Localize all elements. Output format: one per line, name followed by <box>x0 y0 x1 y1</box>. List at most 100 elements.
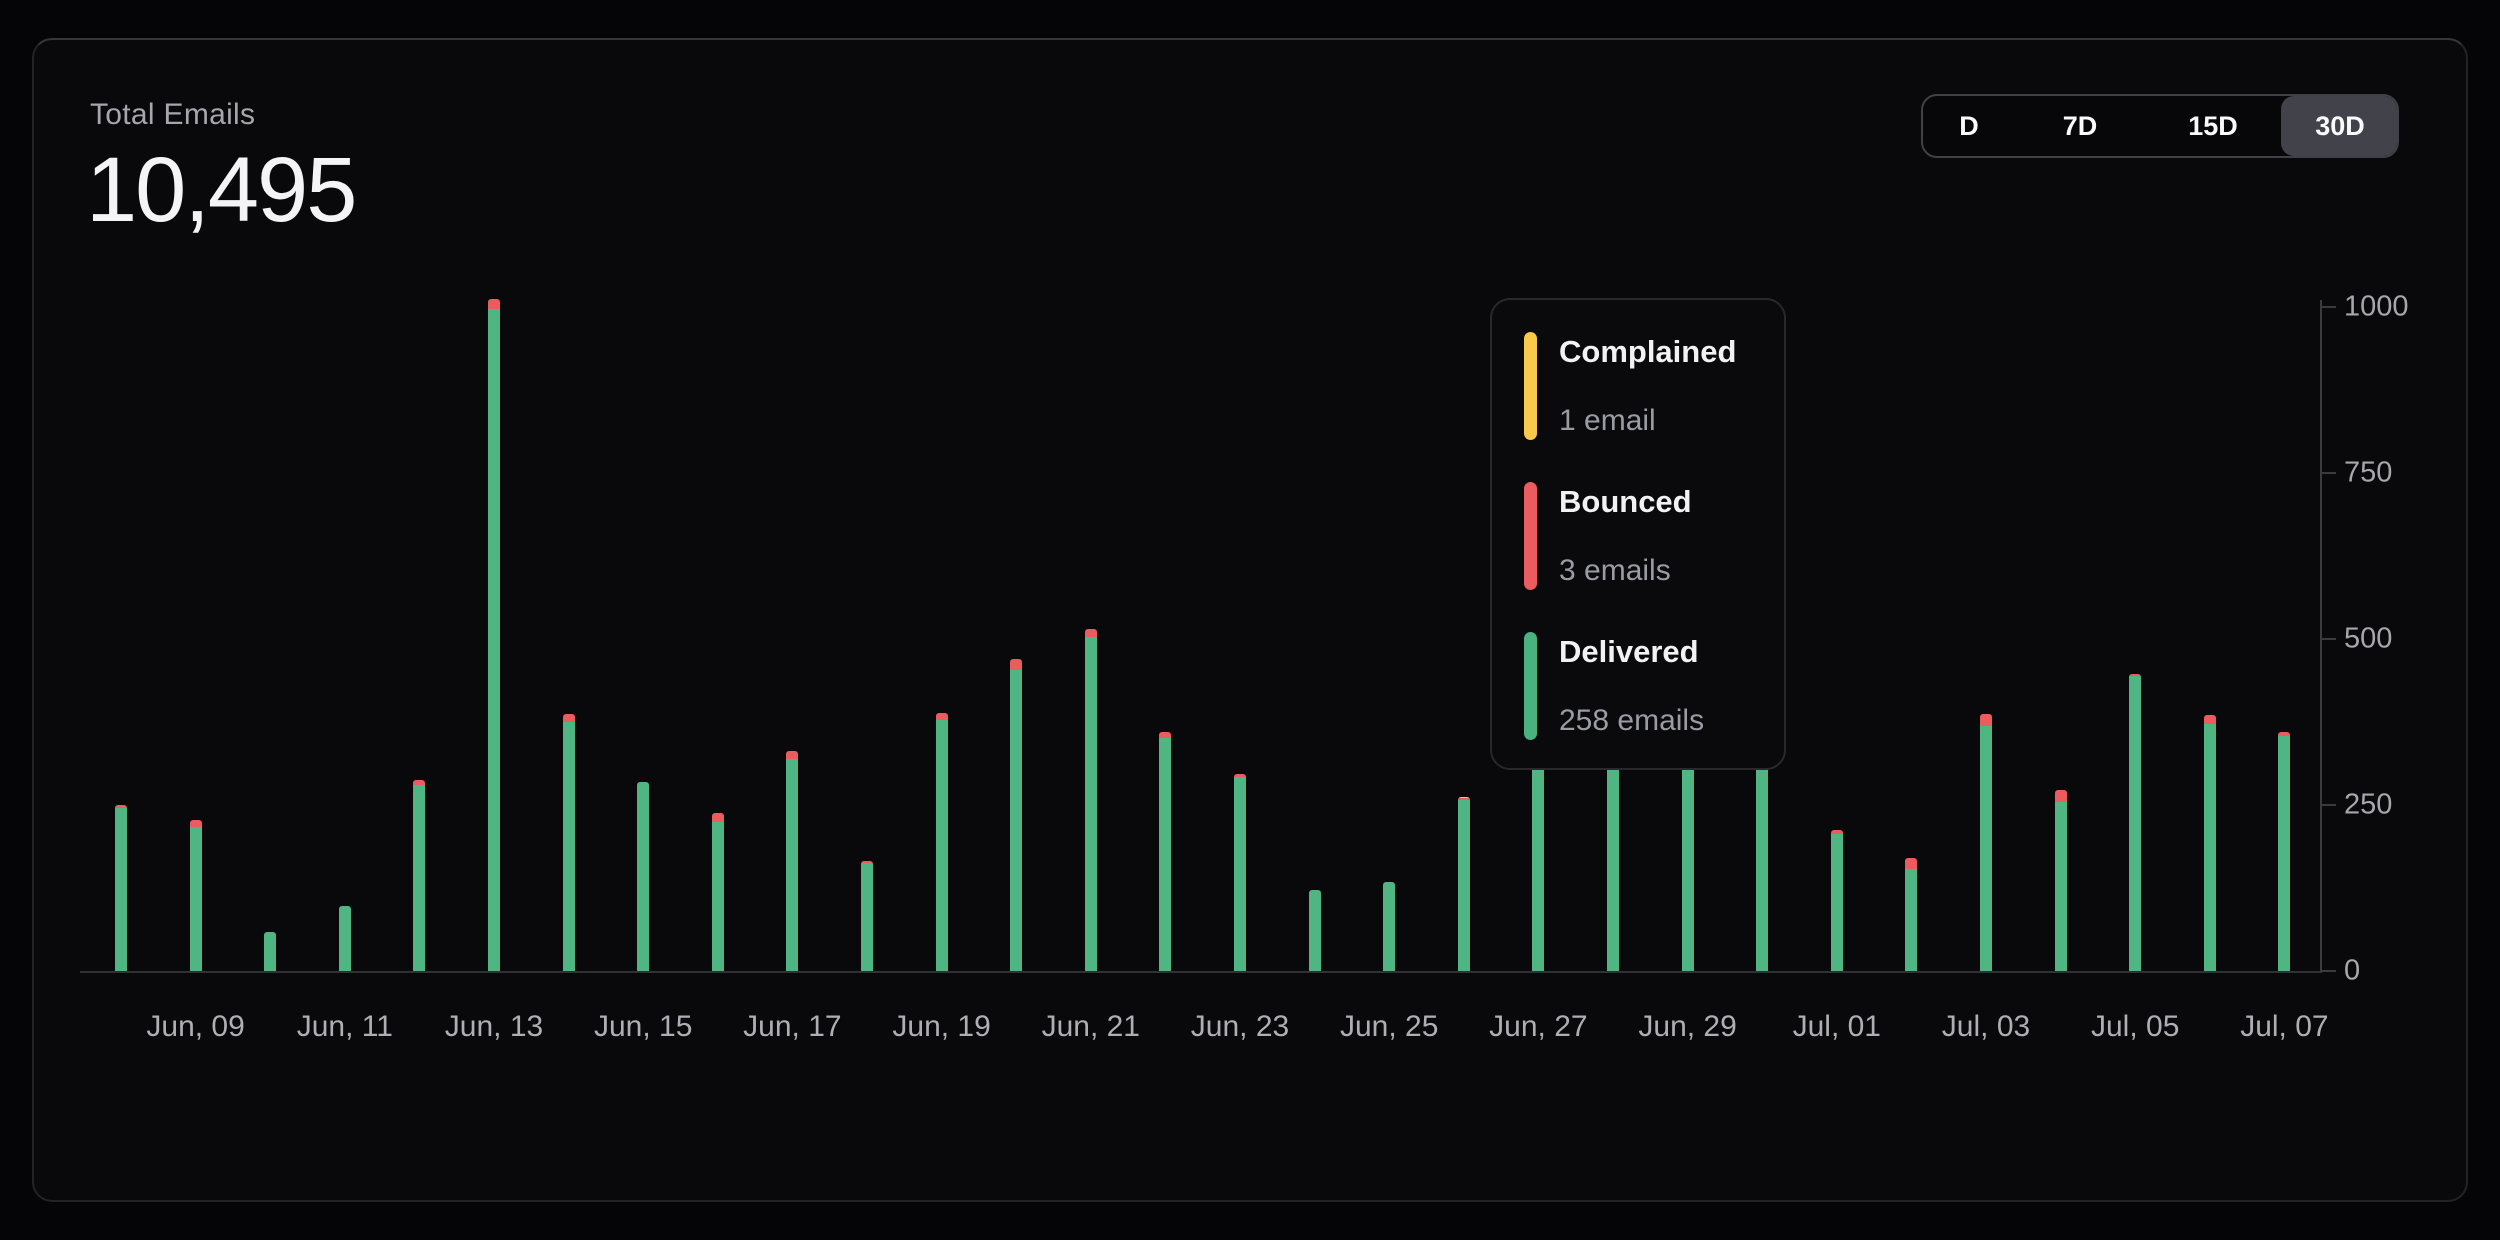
delivered-segment <box>563 722 575 971</box>
y-axis-tick-label: 1000 <box>2344 291 2409 324</box>
delivered-segment <box>1085 637 1097 971</box>
delivered-segment <box>712 822 724 971</box>
bounced-segment <box>563 714 575 722</box>
bar-jun-13[interactable] <box>488 299 500 971</box>
emails-bar-chart: 0 250 500 750 1000 Jun, 09 Jun, 11 Jun, 13 Jun, … <box>34 40 2470 1204</box>
x-axis-label: Jun, 15 <box>594 1010 692 1044</box>
tooltip-series-value: 258 emails <box>1559 704 1704 739</box>
bar-jul-02[interactable] <box>1905 858 1917 971</box>
delivered-segment <box>2204 724 2216 971</box>
complained-color-mark <box>1524 332 1537 440</box>
bounced-segment <box>1010 659 1022 670</box>
y-axis-tick <box>2320 638 2336 640</box>
bar-jun-12[interactable] <box>413 780 425 971</box>
x-axis-label: Jun, 25 <box>1340 1010 1438 1044</box>
bar-jun-20[interactable] <box>1010 659 1022 971</box>
bar-jun-16[interactable] <box>712 813 724 971</box>
bar-jul-03[interactable] <box>1980 714 1992 971</box>
bar-jun-30[interactable] <box>1756 766 1768 971</box>
total-emails-card: Total Emails 10,495 D7D15D30D 0250500750… <box>32 38 2468 1202</box>
bar-jul-05[interactable] <box>2129 674 2141 971</box>
bounced-color-mark <box>1524 482 1537 590</box>
x-axis-label: Jun, 17 <box>743 1010 841 1044</box>
delivered-segment <box>1682 759 1694 971</box>
delivered-segment <box>1756 770 1768 971</box>
bar-jun-22[interactable] <box>1159 732 1171 971</box>
bar-jun-08[interactable] <box>115 805 127 971</box>
bounced-segment <box>712 813 724 822</box>
x-axis-label: Jun, 21 <box>1042 1010 1140 1044</box>
bar-jul-04[interactable] <box>2055 790 2067 971</box>
chart-tooltip: Complained1 emailBounced3 emailsDelivere… <box>1490 298 1786 770</box>
y-axis-tick-label: 500 <box>2344 623 2392 656</box>
tooltip-series-value: 3 emails <box>1559 554 1692 589</box>
x-axis-label: Jul, 05 <box>2091 1010 2179 1044</box>
bar-jun-17[interactable] <box>786 751 798 971</box>
bar-jun-19[interactable] <box>936 713 948 971</box>
x-axis-label: Jul, 07 <box>2240 1010 2328 1044</box>
bounced-segment <box>1905 858 1917 869</box>
x-axis-label: Jun, 29 <box>1638 1010 1736 1044</box>
bar-jun-25[interactable] <box>1383 882 1395 971</box>
tooltip-row-delivered: Delivered 258 emails <box>1524 632 1756 740</box>
bar-jun-10[interactable] <box>264 932 276 971</box>
delivered-segment <box>264 932 276 971</box>
tooltip-series-label: Delivered <box>1559 634 1704 670</box>
y-axis-tick-label: 0 <box>2344 955 2360 988</box>
delivered-segment <box>936 720 948 971</box>
bounced-segment <box>936 713 948 720</box>
delivered-color-mark <box>1524 632 1537 740</box>
bar-jun-24[interactable] <box>1309 890 1321 971</box>
delivered-segment <box>861 863 873 971</box>
delivered-segment <box>115 808 127 971</box>
bounced-segment <box>488 299 500 309</box>
x-axis-line <box>80 971 2322 973</box>
delivered-segment <box>1234 777 1246 971</box>
x-axis-label: Jun, 11 <box>297 1010 393 1044</box>
delivered-segment <box>1905 869 1917 971</box>
x-axis-label: Jul, 03 <box>1942 1010 2030 1044</box>
y-axis-tick-label: 750 <box>2344 457 2392 490</box>
bar-jun-27[interactable] <box>1532 762 1544 971</box>
bounced-segment <box>786 751 798 759</box>
bar-jun-26[interactable] <box>1458 797 1470 971</box>
delivered-segment <box>1383 882 1395 971</box>
delivered-segment <box>637 782 649 971</box>
bar-jun-09[interactable] <box>190 820 202 971</box>
delivered-segment <box>1532 766 1544 971</box>
x-axis-label: Jun, 19 <box>892 1010 990 1044</box>
delivered-segment <box>1980 726 1992 971</box>
delivered-segment <box>1831 834 1843 971</box>
dashboard-background: Total Emails 10,495 D7D15D30D 0250500750… <box>0 0 2500 1240</box>
bar-jun-15[interactable] <box>637 782 649 971</box>
tooltip-series-label: Bounced <box>1559 484 1692 520</box>
delivered-segment <box>488 309 500 971</box>
bar-jun-23[interactable] <box>1234 774 1246 971</box>
bounced-segment <box>1980 714 1992 726</box>
bar-jun-18[interactable] <box>861 861 873 971</box>
bar-jul-06[interactable] <box>2204 715 2216 971</box>
x-axis-label: Jun, 09 <box>146 1010 244 1044</box>
y-axis-tick <box>2320 306 2336 308</box>
delivered-segment <box>339 906 351 971</box>
bar-jun-28[interactable] <box>1607 765 1619 971</box>
bar-jun-29[interactable] <box>1682 755 1694 971</box>
bar-jun-21[interactable] <box>1085 629 1097 971</box>
delivered-segment <box>1607 768 1619 971</box>
bar-jun-11[interactable] <box>339 906 351 971</box>
y-axis-tick-label: 250 <box>2344 789 2392 822</box>
y-axis-line <box>2320 300 2322 973</box>
bounced-segment <box>190 820 202 827</box>
bar-jun-14[interactable] <box>563 714 575 971</box>
x-axis-label: Jun, 23 <box>1191 1010 1289 1044</box>
delivered-segment <box>190 827 202 971</box>
delivered-segment <box>1309 890 1321 971</box>
delivered-segment <box>1458 800 1470 971</box>
x-axis-label: Jul, 01 <box>1793 1010 1881 1044</box>
x-axis-label: Jun, 27 <box>1489 1010 1587 1044</box>
tooltip-series-value: 1 email <box>1559 404 1736 439</box>
x-axis-label: Jun, 13 <box>445 1010 543 1044</box>
bar-jul-07[interactable] <box>2278 732 2290 971</box>
delivered-segment <box>1010 670 1022 971</box>
bar-jul-01[interactable] <box>1831 830 1843 971</box>
